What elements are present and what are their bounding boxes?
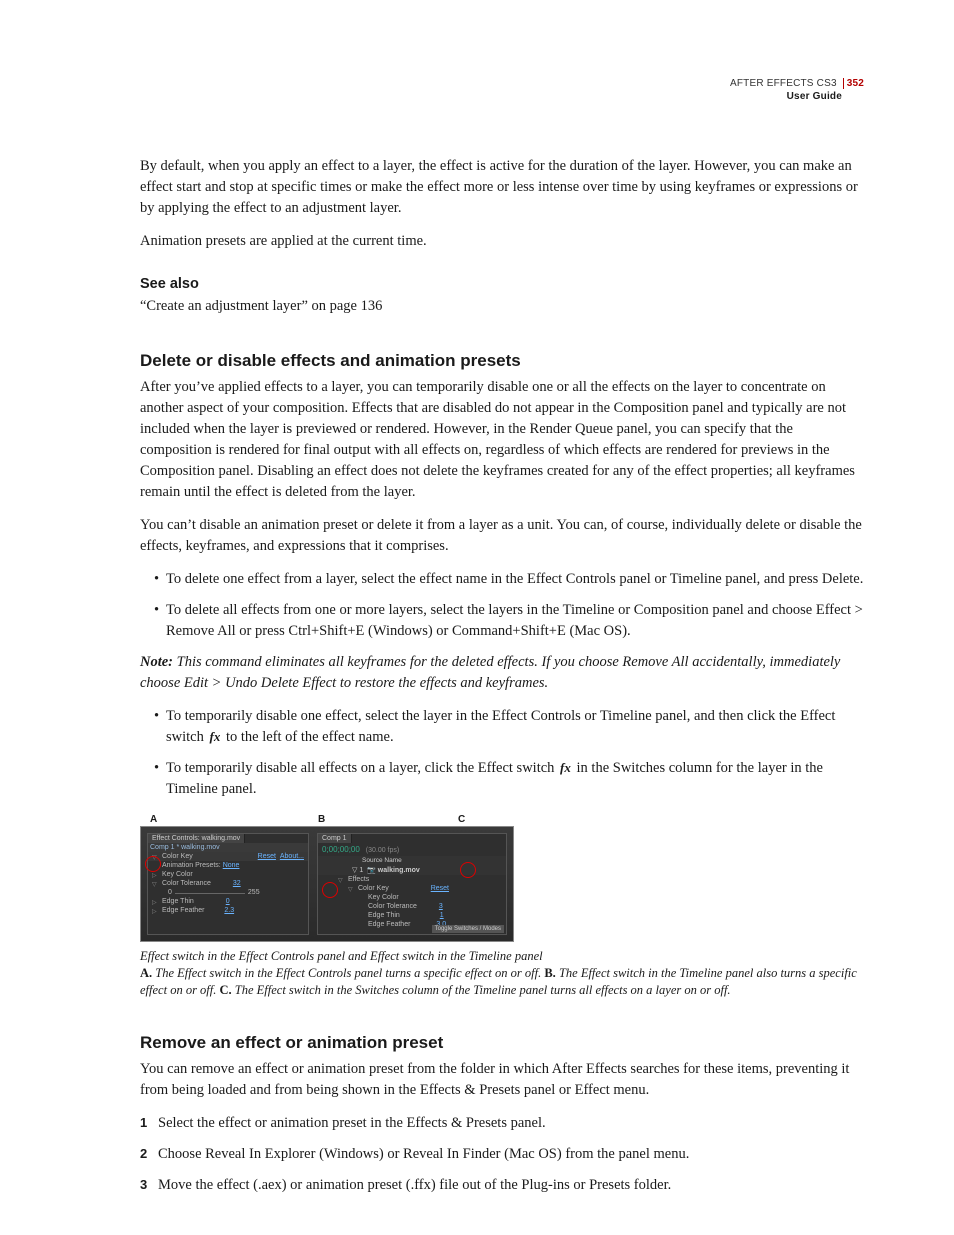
prop-name: Color Tolerance — [368, 903, 417, 910]
figure-image: Effect Controls: walking.mov Comp 1 * wa… — [140, 826, 514, 942]
header-guide: User Guide — [730, 91, 864, 104]
slider-max: 255 — [248, 889, 260, 896]
prop-name: Edge Feather — [162, 907, 204, 914]
prop-name: Key Color — [162, 871, 193, 878]
step-item: Choose Reveal In Explorer (Windows) or R… — [140, 1144, 864, 1165]
prop-name: Edge Thin — [162, 898, 194, 905]
fps-label: (30.00 fps) — [366, 847, 399, 854]
prop-name: Key Color — [368, 894, 399, 901]
prop-name: Edge Thin — [368, 912, 400, 919]
figure-label-b: B — [318, 814, 325, 825]
intro-paragraph-1: By default, when you apply an effect to … — [140, 156, 864, 219]
timeline-panel: Comp 1 0;00;00;00 (30.00 fps) Source Nam… — [317, 833, 507, 935]
figure-caption: Effect switch in the Effect Controls pan… — [140, 948, 860, 999]
caption-label-a: A. — [140, 966, 152, 980]
timecode: 0;00;00;00 — [318, 843, 364, 856]
bullet-list-delete: To delete one effect from a layer, selec… — [140, 569, 864, 642]
figure-label-c: C — [458, 814, 465, 825]
page-header: AFTER EFFECTS CS3 352 User Guide — [730, 78, 864, 103]
fx-icon: fx — [558, 760, 573, 775]
prop-value: 1 — [440, 912, 444, 919]
see-also-heading: See also — [140, 276, 864, 292]
section1-paragraph-1: After you’ve applied effects to a layer,… — [140, 377, 864, 503]
figure-caption-lead: Effect switch in the Effect Controls pan… — [140, 948, 860, 965]
panel-tab: Effect Controls: walking.mov — [148, 834, 245, 843]
prop-name: Color Tolerance — [162, 880, 211, 887]
fx-icon: fx — [207, 729, 222, 744]
figure-label-a: A — [150, 814, 157, 825]
effect-name: Color Key — [358, 885, 389, 892]
effect-controls-panel: Effect Controls: walking.mov Comp 1 * wa… — [147, 833, 309, 935]
caption-text-a: The Effect switch in the Effect Controls… — [152, 966, 544, 980]
section1-paragraph-2: You can’t disable an animation preset or… — [140, 515, 864, 557]
prop-value: 3 — [439, 903, 443, 910]
see-also-link[interactable]: “Create an adjustment layer” on page 136 — [140, 296, 864, 317]
note-text: This command eliminates all keyframes fo… — [140, 654, 840, 691]
prop-value: 0 — [226, 898, 230, 905]
panel-tab: Comp 1 — [318, 834, 352, 843]
toggle-switches-button: Toggle Switches / Modes — [432, 925, 504, 933]
section-heading-delete-disable: Delete or disable effects and animation … — [140, 351, 864, 371]
figure-letter-row: A B C — [140, 814, 512, 826]
steps-list: Select the effect or animation preset in… — [140, 1113, 864, 1196]
panel-header: Comp 1 * walking.mov — [148, 843, 308, 852]
note-label: Note: — [140, 654, 173, 670]
bullet-text: To temporarily disable all effects on a … — [166, 760, 558, 776]
section2-paragraph-1: You can remove an effect or animation pr… — [140, 1059, 864, 1101]
page-number: 352 — [843, 78, 864, 89]
section-heading-remove: Remove an effect or animation preset — [140, 1033, 864, 1053]
bullet-list-disable: To temporarily disable one effect, selec… — [140, 706, 864, 800]
prop-name: Edge Feather — [368, 921, 410, 928]
caption-label-b: B. — [544, 966, 555, 980]
list-item: To delete all effects from one or more l… — [154, 600, 864, 642]
step-item: Move the effect (.aex) or animation pres… — [140, 1175, 864, 1196]
step-item: Select the effect or animation preset in… — [140, 1113, 864, 1134]
note-paragraph: Note: This command eliminates all keyfra… — [140, 652, 864, 694]
list-item: To delete one effect from a layer, selec… — [154, 569, 864, 590]
effect-name: Color Key — [162, 853, 193, 860]
effects-group: Effects — [348, 876, 369, 883]
caption-text-c: The Effect switch in the Switches column… — [232, 983, 731, 997]
prop-value: 2.3 — [224, 907, 234, 914]
figure-effect-switch: A B C Effect Controls: walking.mov Comp … — [140, 814, 864, 999]
reset-link: Reset — [431, 885, 449, 892]
layer-name: walking.mov — [378, 867, 420, 874]
column-header: Source Name — [362, 857, 402, 864]
bullet-text: to the left of the effect name. — [222, 729, 393, 745]
prop-value: 32 — [233, 880, 241, 887]
header-product: AFTER EFFECTS CS3 — [730, 78, 837, 89]
preset-label: Animation Presets: — [162, 862, 221, 869]
slider-min: 0 — [168, 889, 172, 896]
preset-value: None — [223, 862, 240, 869]
caption-label-c: C. — [220, 983, 232, 997]
intro-paragraph-2: Animation presets are applied at the cur… — [140, 231, 864, 252]
reset-link: Reset — [258, 853, 276, 860]
list-item: To temporarily disable all effects on a … — [154, 758, 864, 800]
about-link: About... — [280, 853, 304, 860]
list-item: To temporarily disable one effect, selec… — [154, 706, 864, 748]
